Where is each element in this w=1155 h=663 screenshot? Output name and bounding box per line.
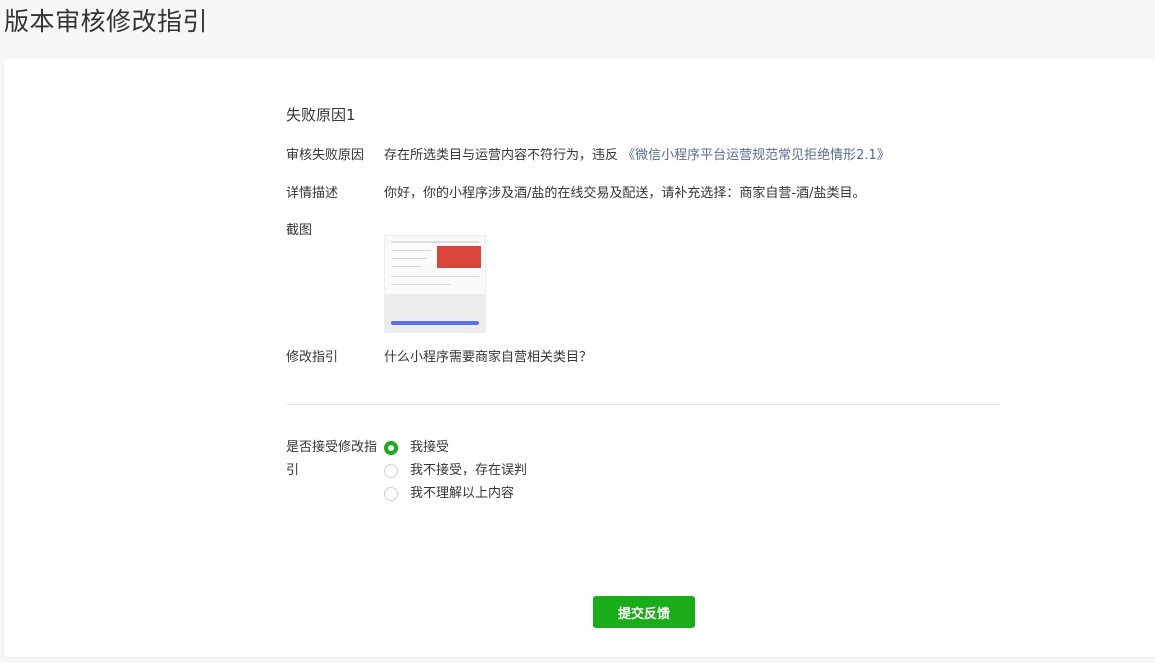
radio-unchecked-icon[interactable] xyxy=(384,464,398,478)
divider xyxy=(286,404,1001,405)
guide-link[interactable]: 什么小程序需要商家自营相关类目？ xyxy=(384,348,592,368)
thumb-line xyxy=(391,266,421,267)
submit-feedback-button[interactable]: 提交反馈 xyxy=(593,596,695,628)
radio-checked-icon[interactable] xyxy=(384,441,398,455)
thumb-header xyxy=(391,241,479,243)
section-title: 失败原因1 xyxy=(286,106,356,124)
screenshot-label: 截图 xyxy=(286,223,313,238)
radio-option-unclear[interactable]: 我不理解以上内容 xyxy=(384,484,514,504)
thumb-product-image xyxy=(437,246,481,268)
thumb-button xyxy=(391,321,479,325)
reason-rule-link[interactable]: 《微信小程序平台运营规范常见拒绝情形2.1》 xyxy=(622,148,890,163)
detail-label: 详情描述 xyxy=(286,186,339,201)
guide-label: 修改指引 xyxy=(286,350,339,365)
thumb-line xyxy=(391,258,427,259)
thumb-footer xyxy=(385,294,485,332)
detail-text: 你好，你的小程序涉及酒/盐的在线交易及配送，请补充选择：商家自营-酒/盐类目。 xyxy=(384,186,866,201)
reason-value: 存在所选类目与运营内容不符行为，违反 《微信小程序平台运营规范常见拒绝情形2.1… xyxy=(384,146,890,166)
radio-option-reject[interactable]: 我不接受，存在误判 xyxy=(384,461,527,481)
radio-option-label: 我不接受，存在误判 xyxy=(410,463,528,478)
reason-label: 审核失败原因 xyxy=(286,148,365,163)
page-title: 版本审核修改指引 xyxy=(4,7,209,36)
thumb-line xyxy=(391,276,479,277)
radio-unchecked-icon[interactable] xyxy=(384,487,398,501)
reason-text: 存在所选类目与运营内容不符行为，违反 xyxy=(384,148,619,163)
thumb-line xyxy=(391,284,451,285)
radio-option-label: 我不理解以上内容 xyxy=(410,486,515,501)
thumb-line xyxy=(391,250,431,251)
review-card: 失败原因1 审核失败原因 存在所选类目与运营内容不符行为，违反 《微信小程序平台… xyxy=(4,59,1155,657)
radio-option-label: 我接受 xyxy=(410,440,450,455)
screenshot-thumbnail[interactable] xyxy=(384,235,486,333)
accept-label: 是否接受修改指引 xyxy=(286,440,378,478)
radio-option-accept[interactable]: 我接受 xyxy=(384,438,449,458)
